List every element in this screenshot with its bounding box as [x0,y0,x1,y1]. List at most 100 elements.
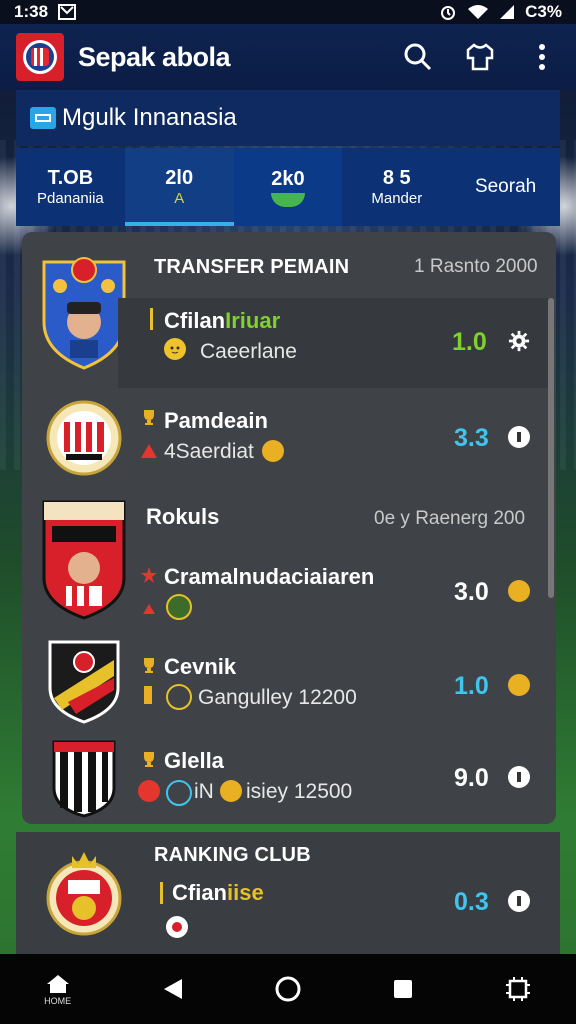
app-logo[interactable] [16,33,64,81]
star-icon [138,564,160,586]
section-club-name: Rokuls [146,504,220,529]
info-icon[interactable] [508,426,530,448]
tab-4[interactable]: 8 5 Mander [342,148,451,226]
back-icon [163,979,182,999]
status-bar: 1:38 C3% [0,0,576,24]
coin-icon[interactable] [508,580,530,602]
coin-icon[interactable] [508,674,530,696]
transfer-row-5[interactable]: Cevnik Gangulley 12200 1.0 [22,650,548,724]
row-accent [160,882,163,904]
player-name: Pamdeain [164,408,268,433]
signal-icon [499,4,515,20]
home-label: HOME [44,995,72,1006]
trophy-icon [138,654,160,676]
transfer-date: 1 Rasnto 2000 [414,256,538,277]
more-vert-icon [539,44,545,70]
player-club: isiey 12500 [246,780,353,803]
info-icon[interactable] [508,766,530,788]
player-club: Caeerlane [200,340,297,363]
chip-icon [506,977,531,1001]
club-crest-1 [40,252,128,370]
transfer-row-4[interactable]: Cramalnudaciaiaren 3.0 [22,558,548,632]
league-icon [30,107,56,129]
tab-bar: T.OB Pdananiia 2l0 A 2k0 8 5 Mander Seor… [16,148,560,226]
ranking-club-name: Cfianiise [172,880,264,905]
badge-icon [166,594,192,620]
league-name: Mgulk Innanasia [62,104,237,131]
shirt-icon [466,43,494,71]
home-button[interactable]: HOME [36,967,80,1011]
settings-button[interactable] [496,967,540,1011]
transfer-row-1[interactable]: CfilanIriuar Caeerlane 1.0 [118,298,548,388]
home-circle-button[interactable] [266,967,310,1011]
search-button[interactable] [398,37,438,77]
transfer-row-6[interactable]: Glella iN isiey 12500 9.0 [22,744,548,816]
battery-level: C3% [525,2,562,21]
bar-icon [144,686,152,704]
alarm-icon [439,3,457,21]
gear-icon[interactable] [508,330,530,352]
search-icon [404,43,432,71]
tab-2[interactable]: 2l0 A [124,148,234,226]
coin-icon [262,440,284,462]
app-bar: Sepak abola [0,24,576,90]
tab-4-top: 8 5 [382,167,411,189]
tab-1-top: T.OB [47,167,94,189]
ranking-club-crest [44,842,124,942]
transfer-row-2[interactable]: Pamdeain 4Saerdiat 3.3 [22,400,548,482]
player-rating: 1.0 [454,672,489,700]
player-name: CfilanIriuar [164,308,281,333]
tab-2-top: 2l0 [165,167,194,189]
app-title: Sepak abola [78,41,231,72]
player-club: 4Saerdiat [164,440,254,463]
player-club-prefix: iN [194,780,214,803]
profile-button[interactable] [460,37,500,77]
player-rating: 9.0 [454,764,489,792]
tab-1-bottom: Pdananiia [37,190,104,207]
tab-1[interactable]: T.OB Pdananiia [16,148,125,226]
player-rating: 3.0 [454,578,489,606]
scrollbar[interactable] [548,298,554,598]
notification-icon [58,4,77,20]
tab-search-label: Seorah [474,176,537,197]
square-icon [394,980,413,998]
section-date: 0e y Raenerg 200 [374,508,526,529]
tab-2-bottom: A [174,190,185,207]
ranking-score: 0.3 [454,888,489,916]
flag-icon [138,780,160,802]
tab-4-bottom: Mander [371,190,423,207]
league-selector[interactable]: Mgulk Innanasia [16,90,560,146]
player-rating: 3.3 [454,424,489,452]
warning-icon [138,598,160,620]
tab-search[interactable]: Seorah [451,148,560,226]
trophy-icon [138,406,160,428]
coin-icon [220,780,242,802]
status-time: 1:38 [14,2,49,21]
emoji-icon [164,338,186,360]
player-name: Cramalnudaciaiaren [164,564,375,589]
live-indicator [270,192,305,207]
ranking-heading: RANKING CLUB [154,844,311,866]
player-name: Cevnik [164,654,237,679]
player-name: Glella [164,748,224,773]
back-button[interactable] [151,967,195,1011]
more-options-button[interactable] [522,37,562,77]
row-accent [150,308,153,330]
circle-icon [275,976,301,1002]
player-rating: 1.0 [452,328,487,356]
ranking-card[interactable]: RANKING CLUB Cfianiise 0.3 [16,832,560,954]
tab-3[interactable]: 2k0 [233,148,343,226]
badge-icon [166,684,192,710]
warning-icon [138,440,160,462]
transfer-panel: TRANSFER PEMAIN 1 Rasnto 2000 CfilanIriu… [22,232,556,824]
club-small-icon [166,916,188,938]
player-club: Gangulley 12200 [198,686,357,709]
recents-button[interactable] [381,967,425,1011]
home-icon [46,974,69,993]
transfer-heading: TRANSFER PEMAIN [154,256,350,278]
wifi-icon [467,4,489,20]
tab-3-top: 2k0 [271,167,305,190]
info-small-icon [166,780,192,806]
system-nav-bar: HOME [0,954,576,1024]
info-icon[interactable] [508,890,530,912]
